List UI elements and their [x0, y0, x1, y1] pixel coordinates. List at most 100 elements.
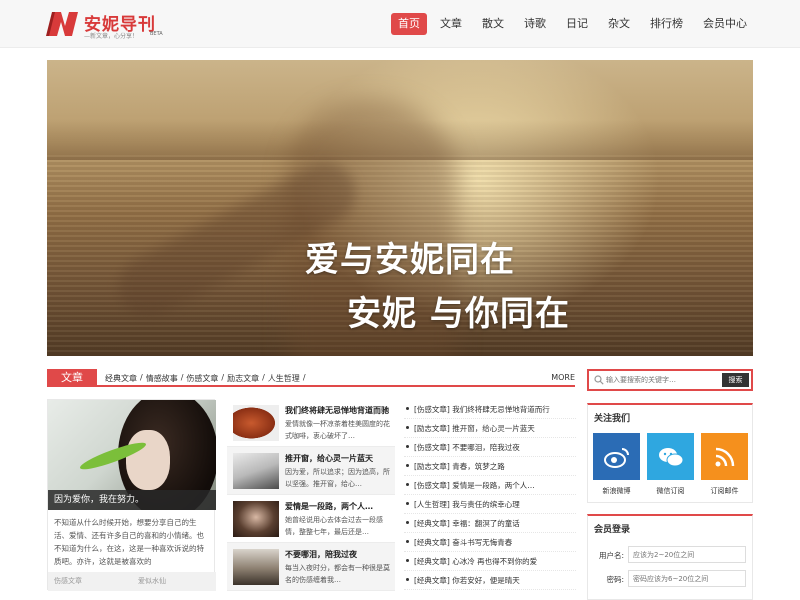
list-item[interactable]: [经典文章] 幸福：翻溟了的童话 — [404, 514, 576, 533]
nav-member-center[interactable]: 会员中心 — [696, 13, 754, 35]
list-item-text[interactable]: [经典文章] 你若安好，便是晴天 — [414, 576, 520, 585]
article-excerpt: 爱情就像一杯凉茶着桂美圆度的花式咖啡，衷心破坏了… — [285, 420, 390, 440]
list-item[interactable]: 不要哪泪，陪我过夜 每当入夜时分，都会有一种很是莫名的伤感缠着我… — [227, 543, 395, 591]
article-title[interactable]: 推开窗，给心灵一片蓝天 — [285, 453, 393, 464]
logo-beta: BETA — [150, 31, 163, 37]
list-item[interactable]: [伤感文章] 不要哪泪，陪我过夜 — [404, 438, 576, 457]
separator: / — [140, 373, 143, 382]
follow-title: 关注我们 — [594, 414, 631, 424]
hero-banner[interactable]: 爱与安妮同在 安妮 与你同在 ❮ ❯ — [47, 60, 753, 356]
more-link[interactable]: MORE — [551, 373, 575, 382]
bullet-icon — [406, 407, 409, 410]
rss-icon[interactable] — [701, 433, 748, 480]
bullet-icon — [406, 540, 409, 543]
featured-caption[interactable]: 因为爱你，我在努力。 — [48, 490, 216, 510]
section-links: 经典文章 / 情感故事 / 伤感文章 / 励志文章 / 人生哲理 / — [105, 373, 309, 384]
nav-ranking[interactable]: 排行榜 — [643, 13, 690, 35]
follow-wechat-label: 微信订阅 — [656, 487, 685, 495]
separator: / — [302, 373, 306, 382]
section-link-stories[interactable]: 情感故事 — [146, 373, 178, 384]
bullet-icon — [406, 559, 409, 562]
wechat-glyph — [658, 447, 683, 466]
list-item-text[interactable]: [励志文章] 推开窗，给心灵一片蓝天 — [414, 424, 535, 433]
featured-author[interactable]: 爱似水仙 — [138, 572, 166, 591]
list-item[interactable]: [经典文章] 心冰冷 再也得不到你的爱 — [404, 552, 576, 571]
list-item[interactable]: 爱情是一段路，两个人… 她曾经说用心去体会过去一段感情，整整七年，最后还是… — [227, 495, 395, 543]
follow-rss-label: 订阅邮件 — [710, 487, 739, 495]
list-item-text[interactable]: [人生哲理] 我与责任的缤幸心理 — [414, 500, 520, 509]
section-tab[interactable]: 文章 — [47, 369, 97, 387]
search-input[interactable] — [606, 374, 718, 386]
follow-wechat[interactable]: 微信订阅 — [647, 433, 694, 496]
list-item[interactable]: 我们终将肆无忌惮地背道而驰 爱情就像一杯凉茶着桂美圆度的花式咖啡，衷心破坏了… — [227, 399, 395, 447]
article-thumbnail[interactable] — [233, 549, 279, 585]
bullet-icon — [406, 426, 409, 429]
section-link-inspiring[interactable]: 励志文章 — [227, 373, 259, 384]
weibo-icon[interactable] — [593, 433, 640, 480]
list-item-text[interactable]: [经典文章] 奋斗书写无悔青春 — [414, 538, 512, 547]
follow-rss[interactable]: 订阅邮件 — [701, 433, 748, 496]
list-item-text[interactable]: [伤感文章] 不要哪泪，陪我过夜 — [414, 443, 520, 452]
list-item-text[interactable]: [经典文章] 幸福：翻溟了的童话 — [414, 519, 520, 528]
top-bar: 安妮导刊 —新文章，心分享！ BETA 首页 文章 散文 诗歌 日记 杂文 排行… — [0, 0, 800, 48]
search-button[interactable]: 搜索 — [722, 373, 749, 387]
nav-poetry[interactable]: 诗歌 — [517, 13, 553, 35]
article-title[interactable]: 爱情是一段路，两个人… — [285, 501, 393, 512]
article-title[interactable]: 不要哪泪，陪我过夜 — [285, 549, 393, 560]
username-row: 用户名: — [594, 546, 748, 564]
list-item-text[interactable]: [励志文章] 青春，筑梦之路 — [414, 462, 505, 471]
list-item[interactable]: [经典文章] 奋斗书写无悔青春 — [404, 533, 576, 552]
username-label: 用户名: — [598, 551, 624, 560]
featured-category[interactable]: 伤感文章 — [54, 572, 82, 591]
articles-section-header: 文章 经典文章 / 情感故事 / 伤感文章 / 励志文章 / 人生哲理 / MORE — [47, 369, 575, 387]
nav-home[interactable]: 首页 — [391, 13, 427, 35]
bullet-icon — [406, 502, 409, 505]
article-excerpt: 她曾经说用心去体会过去一段感情，整整七年，最后还是… — [285, 516, 383, 536]
article-thumbnail[interactable] — [233, 453, 279, 489]
list-item[interactable]: [经典文章] 你若安好，便是晴天 — [404, 571, 576, 590]
article-thumbnail[interactable] — [233, 501, 279, 537]
featured-image-face — [126, 430, 170, 490]
login-title: 会员登录 — [594, 525, 631, 535]
nav-articles[interactable]: 文章 — [433, 13, 469, 35]
logo-n-icon — [46, 12, 78, 36]
nav-prose[interactable]: 散文 — [475, 13, 511, 35]
banner-headline: 爱与安妮同在 — [305, 240, 515, 280]
article-title-list: [伤感文章] 我们终将肆无忌惮地背道而行 [励志文章] 推开窗，给心灵一片蓝天 … — [404, 400, 576, 590]
bullet-icon — [406, 521, 409, 524]
featured-image[interactable]: 因为爱你，我在努力。 — [48, 400, 216, 510]
list-item-text[interactable]: [经典文章] 心冰冷 再也得不到你的爱 — [414, 557, 537, 566]
featured-article[interactable]: 因为爱你，我在努力。 不知道从什么时候开始，想要分享自己的生活、爱情、还有许多自… — [47, 399, 216, 591]
article-excerpt: 因为爱，所以追求；因为追高，所以坚强。推开窗，给心… — [285, 468, 390, 488]
list-item-text[interactable]: [伤感文章] 我们终将肆无忌惮地背道而行 — [414, 405, 550, 414]
follow-weibo[interactable]: 新浪微博 — [593, 433, 640, 496]
list-item-text[interactable]: [伤感文章] 爱情是一段路，两个人… — [414, 481, 535, 490]
list-item[interactable]: 推开窗，给心灵一片蓝天 因为爱，所以追求；因为追高，所以坚强。推开窗，给心… — [227, 447, 395, 495]
search-box: 搜索 — [587, 369, 753, 391]
member-login-panel: 会员登录 用户名: 密码: — [587, 514, 753, 600]
list-item[interactable]: [伤感文章] 爱情是一段路，两个人… — [404, 476, 576, 495]
password-label: 密码: — [606, 575, 624, 584]
list-item[interactable]: [励志文章] 青春，筑梦之路 — [404, 457, 576, 476]
password-field[interactable] — [628, 570, 746, 587]
list-item[interactable]: [励志文章] 推开窗，给心灵一片蓝天 — [404, 419, 576, 438]
nav-essays[interactable]: 杂文 — [601, 13, 637, 35]
username-field[interactable] — [628, 546, 746, 563]
article-title[interactable]: 我们终将肆无忌惮地背道而驰 — [285, 405, 393, 416]
banner-subheadline: 安妮 与你同在 — [347, 294, 570, 334]
section-link-philosophy[interactable]: 人生哲理 — [268, 373, 300, 384]
bullet-icon — [406, 578, 409, 581]
follow-weibo-label: 新浪微博 — [602, 487, 631, 495]
list-item[interactable]: [人生哲理] 我与责任的缤幸心理 — [404, 495, 576, 514]
separator: / — [221, 373, 225, 382]
section-link-classic[interactable]: 经典文章 — [105, 373, 137, 384]
section-link-sad[interactable]: 伤感文章 — [186, 373, 218, 384]
bullet-icon — [406, 445, 409, 448]
list-item[interactable]: [伤感文章] 我们终将肆无忌惮地背道而行 — [404, 400, 576, 419]
separator: / — [262, 373, 265, 382]
article-thumbnail[interactable] — [233, 405, 279, 441]
site-logo[interactable]: 安妮导刊 —新文章，心分享！ BETA — [46, 10, 166, 40]
follow-us-panel: 关注我们 新浪微博 微信订阅 订阅邮件 — [587, 403, 753, 503]
nav-diary[interactable]: 日记 — [559, 13, 595, 35]
wechat-icon[interactable] — [647, 433, 694, 480]
